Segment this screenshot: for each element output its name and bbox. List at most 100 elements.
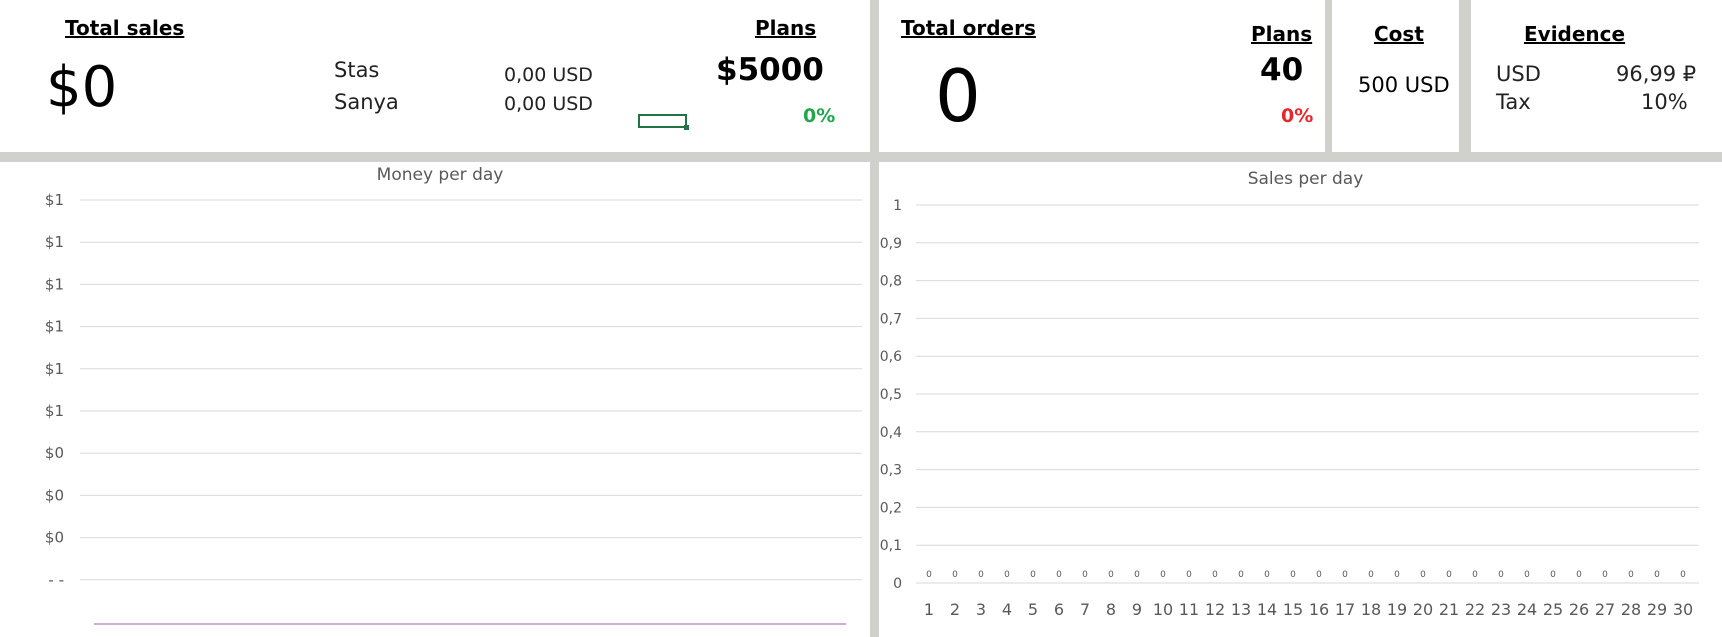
y-tick-label: 0,5 — [880, 387, 902, 403]
data-label: 0 — [1212, 570, 1218, 580]
x-tick-label: 27 — [1595, 600, 1615, 619]
money-per-day-panel: Money per day $1 $1 $1 $1 $1 $1 $0 $0 $0 - - — [0, 162, 870, 637]
data-label: 0 — [1186, 570, 1192, 580]
y-tick-label: 0,8 — [880, 274, 902, 290]
data-label: 0 — [1550, 570, 1556, 580]
x-tick-label: 7 — [1080, 600, 1090, 619]
y-tick-label: $1 — [45, 402, 64, 420]
sales-per-day-panel: Sales per day 1 0,9 0,8 0,7 0,6 0,5 0,4 0,3 0,2 0,… — [879, 162, 1722, 637]
y-tick-label: $0 — [45, 486, 64, 504]
evidence-usd-label: USD — [1496, 62, 1541, 86]
x-tick-label: 18 — [1361, 600, 1381, 619]
x-tick-label: 26 — [1569, 600, 1589, 619]
data-label: 0 — [1420, 570, 1426, 580]
x-tick-label: 6 — [1054, 600, 1064, 619]
data-label: 0 — [1446, 570, 1452, 580]
data-label: 0 — [1602, 570, 1608, 580]
x-tick-label: 4 — [1002, 600, 1012, 619]
data-label: 0 — [1290, 570, 1296, 580]
x-tick-label: 8 — [1106, 600, 1116, 619]
evidence-tax-label: Tax — [1496, 90, 1531, 114]
y-tick-label: 1 — [893, 198, 902, 214]
y-tick-label: 0,3 — [880, 463, 902, 479]
person-name-sanya: Sanya — [334, 90, 399, 114]
total-sales-title: Total sales — [65, 16, 185, 40]
x-tick-label: 15 — [1283, 600, 1303, 619]
total-orders-panel: Total orders 0 Plans 40 0% — [879, 0, 1325, 152]
x-tick-label: 22 — [1465, 600, 1485, 619]
data-label: 0 — [1160, 570, 1166, 580]
data-label: 0 — [1056, 570, 1062, 580]
y-tick-label: - - — [48, 571, 64, 589]
x-tick-label: 3 — [976, 600, 986, 619]
sales-plans-title: Plans — [755, 16, 817, 40]
y-tick-label: $1 — [45, 233, 64, 251]
y-tick-label: $1 — [45, 318, 64, 336]
data-label: 0 — [1628, 570, 1634, 580]
x-tick-label: 17 — [1335, 600, 1355, 619]
data-label: 0 — [1030, 570, 1036, 580]
data-label: 0 — [1264, 570, 1270, 580]
y-tick-label: 0,2 — [880, 500, 902, 516]
data-label: 0 — [1316, 570, 1322, 580]
total-orders-value: 0 — [935, 54, 981, 138]
data-label: 0 — [1342, 570, 1348, 580]
sales-plan-progress-bar — [638, 114, 689, 130]
data-label: 0 — [952, 570, 958, 580]
data-label: 0 — [1134, 570, 1140, 580]
x-tick-label: 10 — [1153, 600, 1173, 619]
data-label: 0 — [1004, 570, 1010, 580]
y-tick-label: $1 — [45, 275, 64, 293]
x-tick-label: 25 — [1543, 600, 1563, 619]
chart-title: Sales per day — [1248, 169, 1364, 189]
person-amount-sanya: 0,00 USD — [504, 93, 593, 115]
x-tick-label: 5 — [1028, 600, 1038, 619]
sales-per-day-chart: Sales per day 1 0,9 0,8 0,7 0,6 0,5 0,4 0,3 0,2 0,… — [880, 169, 1699, 619]
data-label: 0 — [1238, 570, 1244, 580]
x-tick-label: 28 — [1621, 600, 1641, 619]
x-tick-label: 2 — [950, 600, 960, 619]
y-tick-label: 0,4 — [880, 425, 902, 441]
cost-value: 500 USD — [1358, 73, 1450, 97]
orders-plan-percent: 0% — [1281, 105, 1314, 127]
data-label: 0 — [1680, 570, 1686, 580]
y-tick-label: $0 — [45, 529, 64, 547]
data-label: 0 — [978, 570, 984, 580]
x-tick-label: 16 — [1309, 600, 1329, 619]
x-tick-label: 1 — [924, 600, 934, 619]
evidence-usd-value: 96,99 ₽ — [1616, 62, 1697, 86]
person-amount-stas: 0,00 USD — [504, 64, 593, 86]
x-tick-label: 20 — [1413, 600, 1433, 619]
evidence-tax-value: 10% — [1641, 90, 1688, 114]
total-orders-title: Total orders — [901, 16, 1036, 40]
y-tick-label: $1 — [45, 191, 64, 209]
total-sales-value: $0 — [46, 55, 118, 120]
data-label: 0 — [1368, 570, 1374, 580]
money-per-day-chart: Money per day $1 $1 $1 $1 $1 $1 $0 $0 $0 - - — [45, 165, 862, 625]
person-name-stas: Stas — [334, 58, 380, 82]
chart-title: Money per day — [377, 165, 504, 185]
cost-panel: Cost 500 USD — [1332, 0, 1459, 152]
x-tick-label: 12 — [1205, 600, 1225, 619]
evidence-title: Evidence — [1524, 22, 1626, 46]
data-label: 0 — [926, 570, 932, 580]
total-sales-panel: Total sales $0 Stas 0,00 USD Sanya 0,00 … — [0, 0, 870, 152]
x-tick-label: 30 — [1673, 600, 1693, 619]
x-tick-label: 9 — [1132, 600, 1142, 619]
x-tick-label: 29 — [1647, 600, 1667, 619]
cost-title: Cost — [1374, 22, 1424, 46]
data-label: 0 — [1108, 570, 1114, 580]
data-label: 0 — [1472, 570, 1478, 580]
x-tick-label: 24 — [1517, 600, 1537, 619]
y-tick-label: $0 — [45, 444, 64, 462]
x-tick-label: 23 — [1491, 600, 1511, 619]
x-tick-label: 13 — [1231, 600, 1251, 619]
data-label: 0 — [1524, 570, 1530, 580]
data-label: 0 — [1498, 570, 1504, 580]
data-label: 0 — [1394, 570, 1400, 580]
y-tick-label: 0,9 — [880, 236, 902, 252]
sales-plans-value: $5000 — [716, 52, 824, 88]
data-label: 0 — [1654, 570, 1660, 580]
x-tick-label: 11 — [1179, 600, 1199, 619]
y-tick-label: 0,1 — [880, 538, 902, 554]
